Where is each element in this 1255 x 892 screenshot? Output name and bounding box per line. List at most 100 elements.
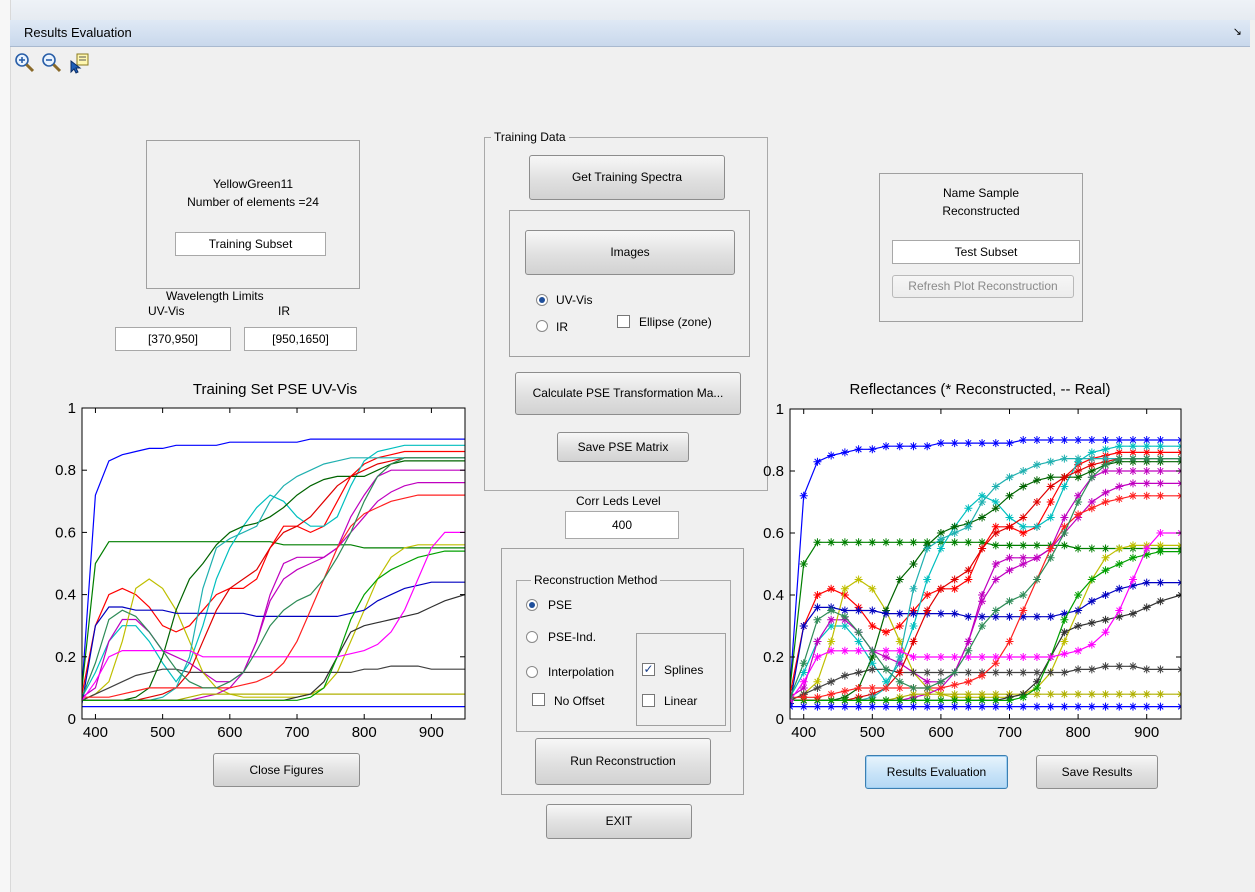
data-cursor-icon[interactable]: [68, 52, 90, 74]
run-reconstruction-button[interactable]: Run Reconstruction: [535, 738, 711, 785]
close-figures-button[interactable]: Close Figures: [213, 753, 360, 787]
uv-vis-radio-label: UV-Vis: [556, 293, 593, 307]
series-marker-2: [895, 622, 904, 630]
ellipse-zone-label: Ellipse (zone): [639, 315, 712, 329]
series-marker-15: [964, 702, 973, 711]
y-tick-label: 1: [776, 401, 784, 418]
series-marker-2: [964, 575, 973, 584]
training-set-plot[interactable]: 400 500 600 700 800 900 0 0.2 0.4 0.6 0.8 1: [48, 400, 473, 752]
pse-radio-label: PSE: [548, 598, 573, 612]
pse-ind-radio-label: PSE-Ind.: [548, 630, 597, 644]
get-training-spectra-button[interactable]: Get Training Spectra: [529, 155, 725, 200]
linear-checkbox[interactable]: [642, 694, 655, 707]
zoom-out-icon[interactable]: [41, 52, 63, 74]
undock-icon[interactable]: ↘: [1233, 25, 1242, 38]
series-marker-18: [840, 612, 849, 621]
series-marker-15: [1005, 702, 1014, 711]
series-marker-10: [991, 482, 1000, 491]
series-marker-15: [868, 702, 877, 711]
series-marker-18: [950, 668, 959, 677]
series-marker-11: [991, 575, 1000, 584]
images-button[interactable]: Images: [525, 230, 735, 275]
series-marker-9: [950, 575, 959, 584]
series-marker-10: [923, 544, 932, 553]
test-subset-field[interactable]: Test Subset: [892, 240, 1080, 264]
x-tick-label: 900: [419, 724, 444, 741]
series-marker-3: [923, 575, 932, 584]
series-marker-7: [895, 575, 904, 584]
series-marker-17: [827, 646, 836, 655]
ellipse-zone-checkbox[interactable]: [617, 315, 630, 328]
no-offset-checkbox[interactable]: [532, 693, 545, 706]
interpolation-radio[interactable]: [526, 666, 538, 678]
ir-label: IR: [278, 304, 290, 318]
series-marker-17: [854, 646, 863, 655]
x-tick-label: 900: [1134, 724, 1159, 741]
series-marker-2: [868, 622, 877, 630]
series-marker-17: [813, 653, 822, 661]
results-evaluation-button[interactable]: Results Evaluation: [865, 755, 1008, 789]
refresh-plot-button[interactable]: Refresh Plot Reconstruction: [892, 275, 1074, 298]
y-tick-label: 0.2: [763, 649, 784, 666]
series-marker-0: [895, 442, 904, 451]
series-marker-0: [950, 439, 959, 448]
series-marker-0: [840, 448, 849, 457]
series-marker-9: [1005, 522, 1014, 531]
series-marker-16: [978, 671, 987, 680]
series-marker-0: [923, 442, 932, 451]
series-marker-17: [840, 646, 849, 655]
save-pse-matrix-button[interactable]: Save PSE Matrix: [557, 432, 689, 462]
ir-radio-label: IR: [556, 320, 568, 334]
series-marker-3: [854, 637, 863, 646]
zoom-in-icon[interactable]: [14, 52, 36, 74]
series-marker-18: [923, 684, 932, 692]
series-marker-2: [813, 591, 822, 599]
pse-radio[interactable]: [526, 599, 538, 611]
series-marker-18: [799, 659, 808, 668]
series-marker-18: [936, 677, 945, 686]
uv-vis-limits-field[interactable]: [370,950]: [115, 327, 231, 351]
series-marker-16: [799, 693, 808, 702]
ir-limits-field[interactable]: [950,1650]: [244, 327, 357, 351]
calculate-pse-button[interactable]: Calculate PSE Transformation Ma...: [515, 372, 741, 415]
series-marker-18: [813, 615, 822, 624]
series-marker-6: [936, 668, 945, 677]
window-left-edge: [0, 0, 11, 892]
series-marker-1: [813, 538, 822, 547]
series-marker-18: [854, 628, 863, 637]
reflectances-plot[interactable]: 400 500 600 700 800 900 0 0.2 0.4 0.6 0.8 1: [746, 400, 1186, 752]
series-marker-2: [827, 584, 836, 593]
series-marker-3: [936, 544, 945, 553]
sample-panel: Name Sample Reconstructed Test Subset Re…: [879, 173, 1083, 322]
window-top-strip: [0, 0, 1255, 20]
splines-checkbox[interactable]: ✓: [642, 663, 655, 676]
pse-ind-radio[interactable]: [526, 631, 538, 643]
series-marker-18: [827, 606, 836, 615]
series-marker-2: [882, 628, 891, 637]
series-marker-4: [991, 560, 1000, 568]
series-marker-18: [964, 646, 973, 655]
series-marker-10: [978, 498, 987, 506]
no-offset-label: No Offset: [554, 694, 605, 708]
save-results-button[interactable]: Save Results: [1036, 755, 1158, 789]
splines-label: Splines: [664, 663, 704, 677]
series-marker-5: [868, 584, 877, 593]
corr-leds-field[interactable]: 400: [565, 511, 679, 539]
series-marker-0: [936, 439, 945, 448]
training-info-panel: YellowGreen11 Number of elements =24 Tra…: [146, 140, 360, 289]
y-tick-label: 1: [68, 400, 76, 417]
y-tick-label: 0.6: [763, 525, 784, 542]
x-tick-label: 800: [352, 724, 377, 741]
series-marker-17: [895, 646, 904, 655]
series-marker-11: [1005, 566, 1014, 575]
series-marker-17: [1005, 653, 1014, 661]
uv-vis-radio[interactable]: [536, 294, 548, 306]
x-tick-label: 500: [150, 724, 175, 741]
training-subset-field[interactable]: Training Subset: [175, 232, 326, 256]
uv-vis-label: UV-Vis: [148, 304, 185, 318]
y-tick-label: 0.4: [763, 587, 784, 604]
wavelength-limits-label: Wavelength Limits: [166, 289, 264, 303]
ir-radio[interactable]: [536, 320, 548, 332]
series-marker-18: [882, 665, 891, 674]
exit-button[interactable]: EXIT: [546, 804, 692, 839]
